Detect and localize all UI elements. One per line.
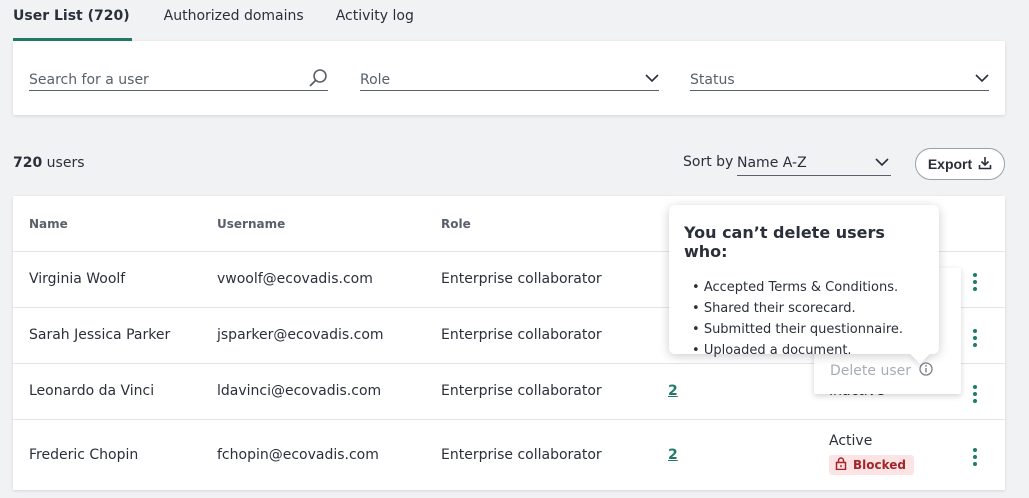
tooltip-item: Accepted Terms & Conditions.: [684, 277, 924, 298]
user-username: jsparker@ecovadis.com: [217, 327, 384, 343]
user-role: Enterprise collaborator: [441, 271, 602, 287]
search-icon[interactable]: [308, 68, 328, 88]
user-name: Leonardo da Vinci: [29, 383, 155, 399]
role-select[interactable]: Role: [360, 65, 659, 91]
info-icon[interactable]: [919, 362, 933, 380]
role-placeholder: Role: [360, 71, 391, 88]
user-username: vwoolf@ecovadis.com: [217, 271, 373, 287]
header-username[interactable]: Username: [217, 217, 285, 231]
chevron-down-icon: [975, 73, 989, 83]
blocked-badge: Blocked: [829, 455, 915, 475]
user-username: ldavinci@ecovadis.com: [217, 383, 382, 399]
chevron-down-icon: [875, 155, 889, 171]
user-name: Frederic Chopin: [29, 447, 139, 463]
sort-value: Name A-Z: [737, 154, 807, 171]
user-count-number: 720: [13, 155, 43, 171]
user-role: Enterprise collaborator: [441, 447, 602, 463]
tooltip-title: You can’t delete users who:: [684, 223, 885, 261]
tooltip-item: Shared their scorecard.: [684, 298, 924, 319]
status-placeholder: Status: [690, 71, 735, 88]
user-status: Active: [829, 433, 873, 449]
user-name: Sarah Jessica Parker: [29, 327, 171, 343]
tooltip-item: Uploaded a document.: [684, 340, 924, 361]
download-icon: [978, 156, 992, 173]
more-actions-icon[interactable]: [970, 448, 980, 466]
status-select[interactable]: Status: [690, 65, 989, 91]
tab-authorized-domains[interactable]: Authorized domains: [164, 0, 304, 41]
blocked-label: Blocked: [853, 458, 907, 472]
table-row: Frederic Chopin fchopin@ecovadis.com Ent…: [13, 419, 1005, 490]
header-role[interactable]: Role: [441, 217, 471, 231]
user-role: Enterprise collaborator: [441, 383, 602, 399]
tooltip-list: Accepted Terms & Conditions. Shared thei…: [684, 277, 924, 361]
tooltip-item: Submitted their questionnaire.: [684, 319, 924, 340]
user-count: 720 users: [13, 155, 85, 171]
search-input[interactable]: Search for a user: [29, 65, 328, 91]
more-actions-icon[interactable]: [970, 385, 980, 403]
delete-restriction-tooltip: You can’t delete users who: Accepted Ter…: [669, 205, 939, 358]
chevron-down-icon: [645, 73, 659, 83]
user-count-suffix: users: [42, 155, 85, 171]
user-name: Virginia Woolf: [29, 271, 126, 287]
sort-select[interactable]: Name A-Z: [737, 150, 891, 176]
more-actions-icon[interactable]: [970, 273, 980, 291]
lock-icon: [835, 457, 847, 473]
tab-bar: User List (720) Authorized domains Activ…: [13, 0, 446, 41]
sort-label: Sort by: [683, 154, 734, 170]
more-actions-icon[interactable]: [970, 329, 980, 347]
tab-user-list[interactable]: User List (720): [13, 0, 132, 41]
filter-card: Search for a user Role Status: [13, 41, 1005, 115]
header-name[interactable]: Name: [29, 217, 68, 231]
export-label: Export: [927, 156, 973, 172]
user-count-link[interactable]: 2: [668, 383, 678, 399]
search-placeholder: Search for a user: [29, 71, 149, 88]
delete-user-label: Delete user: [830, 363, 911, 379]
user-role: Enterprise collaborator: [441, 327, 602, 343]
export-button[interactable]: Export: [915, 148, 1005, 180]
delete-user-item[interactable]: Delete user: [830, 362, 933, 380]
user-username: fchopin@ecovadis.com: [217, 447, 379, 463]
tab-activity-log[interactable]: Activity log: [336, 0, 414, 41]
user-count-link[interactable]: 2: [668, 447, 678, 463]
